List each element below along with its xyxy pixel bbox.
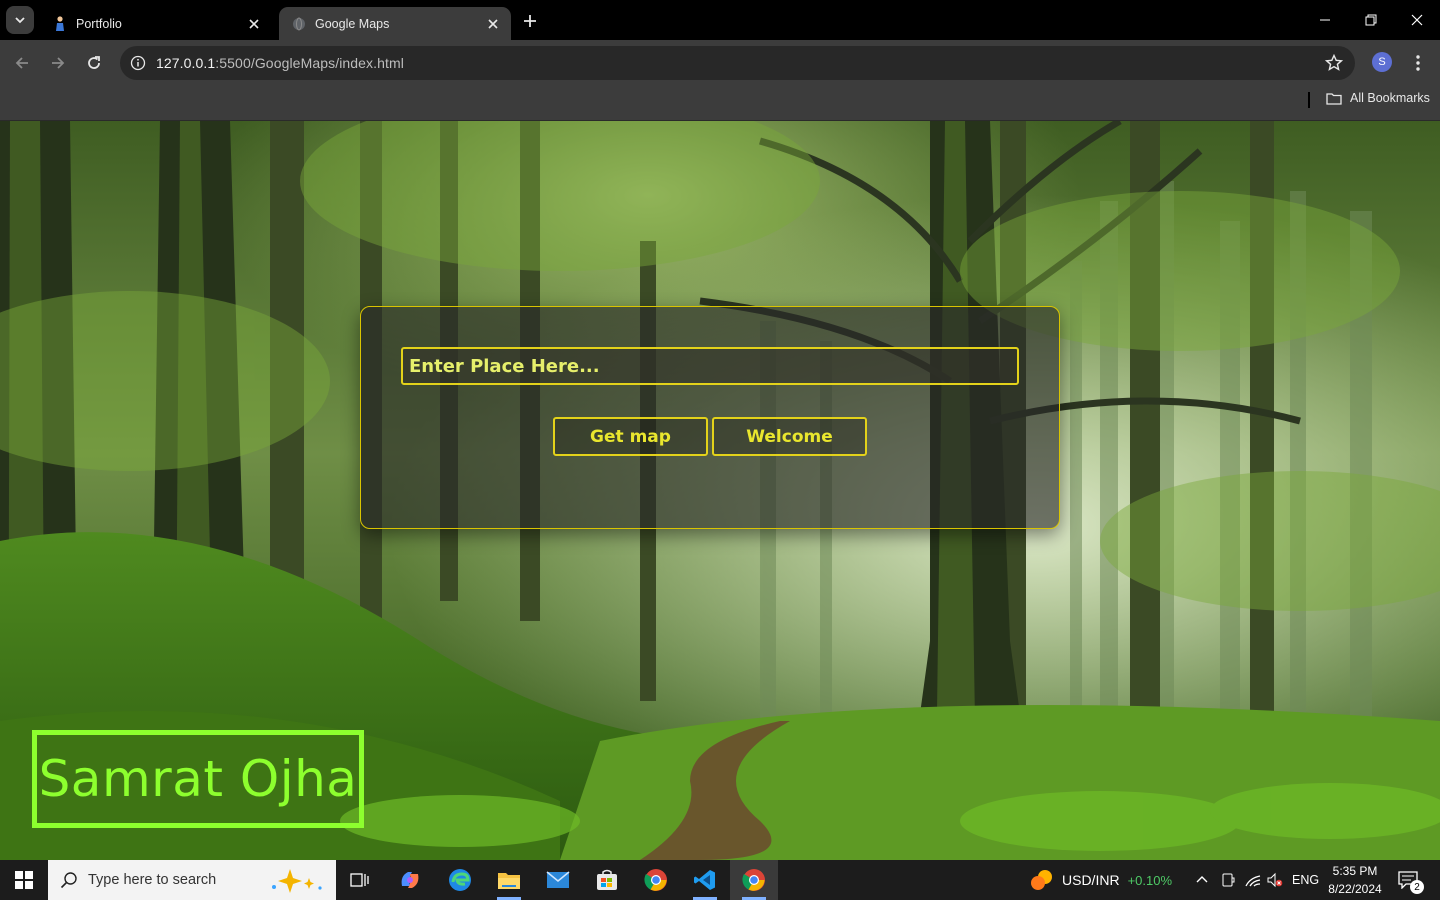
url-host: 127.0.0.1 <box>156 55 216 71</box>
windows-taskbar: Type here to search USD/INR +0.10% ENG 5… <box>0 860 1440 900</box>
tab-search-button[interactable] <box>6 6 34 34</box>
address-bar[interactable]: 127.0.0.1:5500/GoogleMaps/index.html <box>120 46 1355 80</box>
mail-icon <box>546 871 570 888</box>
currency-pair: USD/INR <box>1062 872 1120 888</box>
microsoft-store-button[interactable] <box>583 860 631 900</box>
taskbar-search-box[interactable]: Type here to search <box>48 860 336 900</box>
browser-tab-strip: Portfolio Google Maps <box>0 0 1440 40</box>
minimize-icon <box>1320 19 1330 21</box>
chrome-icon <box>742 869 765 891</box>
mail-button[interactable] <box>534 860 582 900</box>
all-bookmarks-button[interactable]: All Bookmarks <box>1326 91 1430 105</box>
arrow-right-icon <box>52 57 65 69</box>
page-viewport: Get map Welcome Samrat Ojha <box>0 121 1440 860</box>
arrow-left-icon <box>15 57 28 69</box>
volume-muted-icon <box>1267 872 1283 888</box>
forward-button[interactable] <box>44 49 72 77</box>
vscode-button[interactable] <box>681 860 729 900</box>
tab-title: Portfolio <box>76 16 122 31</box>
restore-button[interactable] <box>1348 0 1394 40</box>
back-button[interactable] <box>8 49 36 77</box>
restore-icon <box>1365 14 1377 26</box>
get-map-button[interactable]: Get map <box>553 417 708 456</box>
file-explorer-button[interactable] <box>485 860 533 900</box>
author-name: Samrat Ojha <box>38 750 358 808</box>
windows-logo-icon <box>15 871 33 889</box>
clock-time: 5:35 PM <box>1332 864 1378 878</box>
close-window-button[interactable] <box>1394 0 1440 40</box>
edge-browser-button[interactable] <box>436 860 484 900</box>
bookmarks-separator <box>1308 92 1310 108</box>
wifi-icon <box>1245 875 1261 887</box>
profile-avatar[interactable]: S <box>1372 52 1392 72</box>
show-hidden-icons-button[interactable] <box>1194 860 1210 900</box>
minimize-button[interactable] <box>1302 0 1348 40</box>
notification-center-button[interactable]: 2 <box>1398 860 1424 900</box>
folder-icon <box>498 873 520 889</box>
browser-toolbar: 127.0.0.1:5500/GoogleMaps/index.html S <box>0 40 1440 86</box>
chrome-button[interactable] <box>632 860 680 900</box>
new-tab-button[interactable] <box>518 9 542 33</box>
browser-menu-button[interactable] <box>1408 50 1428 76</box>
plus-icon <box>524 15 536 27</box>
close-icon <box>1411 14 1423 26</box>
device-icon <box>1222 873 1235 887</box>
network-button[interactable] <box>1244 860 1262 900</box>
copilot-button[interactable] <box>386 860 434 900</box>
globe-icon <box>291 16 307 32</box>
site-info-icon[interactable] <box>120 46 156 80</box>
device-icon-button[interactable] <box>1220 860 1236 900</box>
weather-sun-cloud-icon <box>1031 870 1052 890</box>
clock-date: 8/22/2024 <box>1328 882 1382 896</box>
search-icon <box>60 872 77 889</box>
portfolio-favicon-icon <box>52 15 68 32</box>
currency-widget[interactable]: USD/INR +0.10% <box>1030 860 1172 900</box>
folder-icon <box>1326 92 1342 105</box>
all-bookmarks-label: All Bookmarks <box>1350 91 1430 105</box>
start-button[interactable] <box>0 860 48 900</box>
search-panel: Get map Welcome <box>360 306 1060 529</box>
copilot-icon <box>401 872 419 888</box>
url-path: :5500/GoogleMaps/index.html <box>215 55 404 71</box>
bookmark-star-icon[interactable] <box>1325 54 1343 72</box>
task-view-icon <box>350 873 369 887</box>
chevron-up-icon <box>1196 876 1208 883</box>
input-language[interactable]: ENG <box>1292 860 1319 900</box>
chrome-icon <box>644 869 667 891</box>
tab-google-maps[interactable]: Google Maps <box>279 7 511 40</box>
notification-count-badge: 2 <box>1410 880 1424 894</box>
tab-title: Google Maps <box>315 16 390 31</box>
chrome-active-window-button[interactable] <box>730 860 778 900</box>
reload-icon <box>88 56 100 69</box>
bookmarks-bar: All Bookmarks <box>0 86 1440 121</box>
edge-icon <box>449 869 471 891</box>
author-signature: Samrat Ojha <box>32 730 364 828</box>
sparkle-icon <box>272 869 322 893</box>
volume-button[interactable] <box>1266 860 1284 900</box>
reload-button[interactable] <box>80 49 108 77</box>
currency-change: +0.10% <box>1127 872 1173 888</box>
place-search-input[interactable] <box>401 347 1019 385</box>
taskbar-search-placeholder: Type here to search <box>88 872 217 888</box>
url-text: 127.0.0.1:5500/GoogleMaps/index.html <box>156 55 404 71</box>
chevron-down-icon <box>15 17 25 24</box>
more-vertical-icon <box>1416 55 1420 71</box>
task-view-button[interactable] <box>336 860 384 900</box>
vscode-icon <box>694 870 715 890</box>
close-tab-icon[interactable] <box>246 16 262 32</box>
system-clock[interactable]: 5:35 PM 8/22/2024 <box>1322 862 1388 898</box>
tab-portfolio[interactable]: Portfolio <box>40 7 272 40</box>
store-icon <box>597 869 617 890</box>
close-tab-icon[interactable] <box>485 16 501 32</box>
welcome-button[interactable]: Welcome <box>712 417 867 456</box>
